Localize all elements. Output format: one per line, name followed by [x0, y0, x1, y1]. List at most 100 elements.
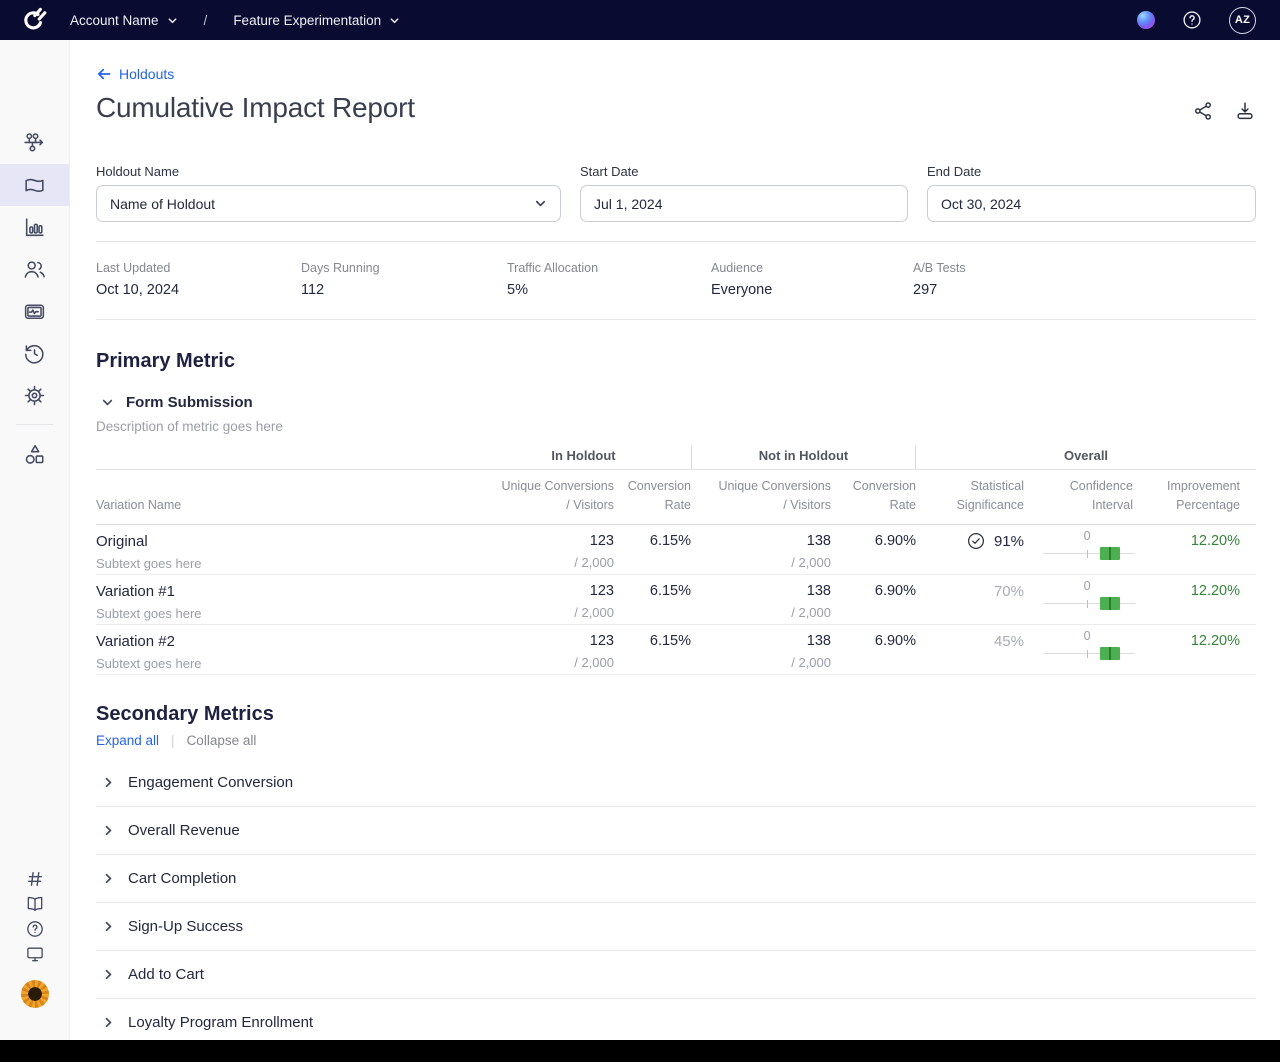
flag-icon	[22, 173, 47, 198]
journey-flow-icon	[22, 131, 47, 156]
back-link[interactable]: Holdouts	[96, 66, 174, 82]
holdout-name-field: Holdout Name Name of Holdout	[96, 164, 561, 222]
cell-in-rate: 6.15%	[614, 583, 691, 624]
sidebar-item-flows[interactable]	[0, 122, 69, 164]
cell-variation-name: Variation #2 Subtext goes here	[96, 633, 476, 674]
confidence-interval-chart: 0	[1043, 633, 1135, 669]
summary-value: 297	[913, 282, 966, 298]
col-in-conversions: Unique Conversions/ Visitors	[476, 477, 614, 516]
sidebar-item-docs[interactable]	[0, 891, 69, 916]
summary-label: Last Updated	[96, 261, 301, 275]
holdout-name-select[interactable]: Name of Holdout	[96, 185, 561, 222]
cell-in-conversions: 123 / 2,000	[476, 583, 614, 624]
sidebar-item-flags[interactable]	[0, 164, 69, 206]
bar-chart-icon	[22, 215, 47, 240]
cell-improvement: 12.20%	[1142, 533, 1256, 574]
primary-metric-title: Primary Metric	[96, 350, 1256, 373]
collapse-all-link[interactable]: Collapse all	[187, 733, 257, 748]
cell-in-conversions: 123 / 2,000	[476, 533, 614, 574]
chevron-down-icon	[534, 197, 547, 210]
summary-value: Everyone	[711, 282, 913, 298]
sidebar-item-history[interactable]	[0, 332, 69, 374]
chevron-right-icon	[102, 776, 115, 789]
end-date-input[interactable]	[927, 185, 1256, 222]
sidebar-item-help[interactable]	[0, 916, 69, 941]
gear-icon	[22, 383, 47, 408]
metric-collapse-toggle[interactable]: Form Submission	[96, 394, 1256, 411]
ai-assistant-orb-icon[interactable]	[1137, 11, 1155, 29]
cell-confidence-interval: 0	[1024, 533, 1142, 574]
table-row: Variation #1 Subtext goes here 123 / 2,0…	[96, 575, 1256, 625]
sidebar-item-shortcuts[interactable]	[0, 866, 69, 891]
secondary-metrics-list: Engagement Conversion Overall Revenue Ca…	[96, 759, 1256, 1040]
secondary-metric-overall-revenue[interactable]: Overall Revenue	[96, 807, 1256, 855]
sidebar-item-reports[interactable]	[0, 206, 69, 248]
chevron-right-icon	[102, 920, 115, 933]
cell-significance: 70%	[916, 583, 1024, 624]
table-group-header: In Holdout Not in Holdout Overall	[96, 446, 1256, 470]
cell-out-conversions: 138 / 2,000	[691, 633, 831, 674]
shapes-icon	[22, 442, 47, 467]
summary-last-updated: Last Updated Oct 10, 2024	[96, 261, 301, 298]
chevron-right-icon	[102, 824, 115, 837]
share-button[interactable]	[1192, 100, 1214, 122]
col-improvement: ImprovementPercentage	[1142, 477, 1256, 516]
secondary-metric-engagement-conversion[interactable]: Engagement Conversion	[96, 759, 1256, 807]
secondary-metrics-title: Secondary Metrics	[96, 703, 1256, 726]
optimizely-logo-icon	[20, 6, 48, 34]
help-button[interactable]	[1181, 9, 1203, 31]
secondary-metric-add-to-cart[interactable]: Add to Cart	[96, 951, 1256, 999]
sidebar-item-settings[interactable]	[0, 374, 69, 416]
group-header-overall: Overall	[916, 446, 1256, 469]
help-icon	[25, 919, 45, 939]
user-profile-avatar[interactable]	[21, 980, 49, 1008]
summary-label: Audience	[711, 261, 913, 275]
people-icon	[22, 257, 47, 282]
account-name: Account Name	[70, 13, 159, 28]
breadcrumb-separator: /	[204, 13, 208, 28]
help-icon	[1181, 9, 1203, 31]
download-button[interactable]	[1234, 100, 1256, 122]
chevron-right-icon	[102, 872, 115, 885]
cell-significance: 91%	[916, 533, 1024, 574]
secondary-metric-cart-completion[interactable]: Cart Completion	[96, 855, 1256, 903]
header-actions	[1192, 100, 1256, 122]
download-icon	[1234, 100, 1256, 122]
product-switcher[interactable]: Feature Experimentation	[231, 9, 402, 32]
expand-all-link[interactable]: Expand all	[96, 733, 159, 748]
monitor-pulse-icon	[22, 299, 47, 324]
col-confidence-interval: ConfidenceInterval	[1024, 477, 1142, 516]
summary-value: 5%	[507, 282, 711, 298]
start-date-input[interactable]	[580, 185, 908, 222]
user-avatar[interactable]: AZ	[1229, 7, 1256, 34]
chevron-right-icon	[102, 1016, 115, 1029]
summary-traffic-allocation: Traffic Allocation 5%	[507, 261, 711, 298]
chevron-down-icon	[389, 15, 400, 26]
arrow-left-icon	[96, 66, 112, 82]
share-icon	[1192, 100, 1214, 122]
start-date-field: Start Date	[580, 164, 908, 222]
account-switcher[interactable]: Account Name	[68, 9, 180, 32]
optimizely-logo[interactable]	[0, 0, 68, 40]
chevron-down-icon	[167, 15, 178, 26]
end-date-field: End Date	[927, 164, 1256, 222]
col-in-rate: ConversionRate	[614, 477, 691, 516]
history-icon	[22, 341, 47, 366]
cell-in-rate: 6.15%	[614, 633, 691, 674]
secondary-metric-sign-up-success[interactable]: Sign-Up Success	[96, 903, 1256, 951]
ci-bar	[1100, 547, 1120, 560]
sidebar-item-apps[interactable]	[0, 433, 69, 475]
summary-ab-tests: A/B Tests 297	[913, 261, 966, 298]
sidebar-item-monitoring[interactable]	[0, 290, 69, 332]
holdout-name-value: Name of Holdout	[110, 196, 215, 212]
report-filters: Holdout Name Name of Holdout Start Date …	[96, 164, 1256, 222]
ci-bar	[1100, 597, 1120, 610]
cell-confidence-interval: 0	[1024, 633, 1142, 674]
sidebar-item-desktop[interactable]	[0, 941, 69, 966]
confidence-interval-chart: 0	[1043, 583, 1135, 619]
sidebar-item-audiences[interactable]	[0, 248, 69, 290]
summary-value: 112	[301, 282, 507, 298]
avatar-initials: AZ	[1235, 14, 1250, 26]
secondary-metric-loyalty-program-enrollment[interactable]: Loyalty Program Enrollment	[96, 999, 1256, 1040]
col-out-conversions: Unique Conversions/ Visitors	[691, 477, 831, 516]
